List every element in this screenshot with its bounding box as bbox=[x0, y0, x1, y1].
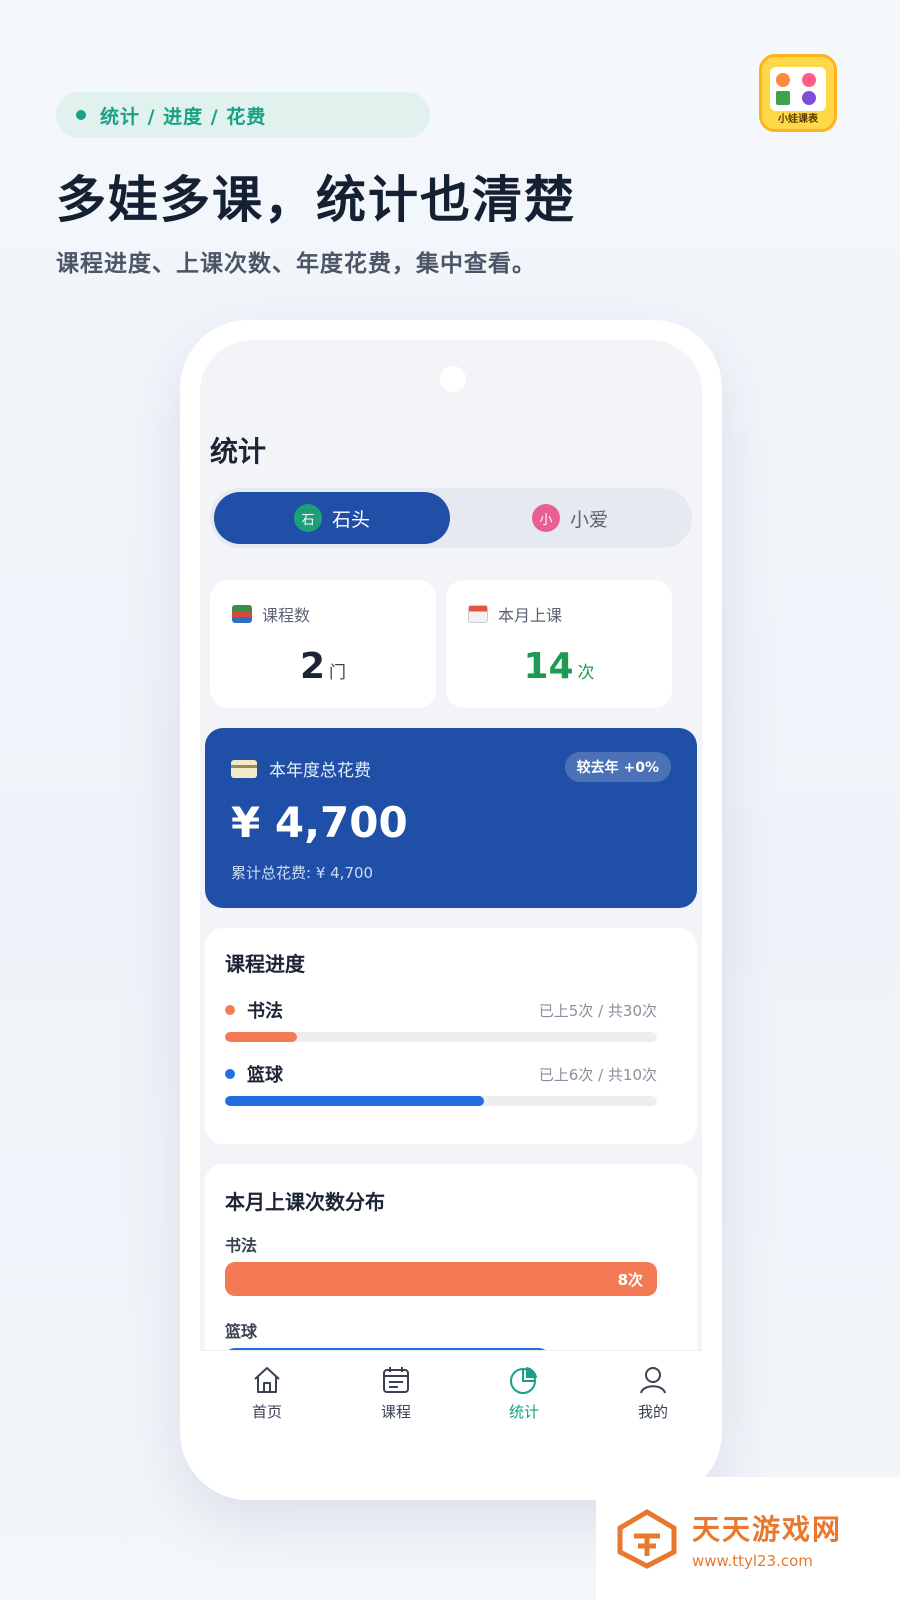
progress-row-name: 书法 bbox=[225, 997, 283, 1023]
month-lessons-card: 本月上课 14 次 bbox=[446, 580, 672, 708]
course-name: 书法 bbox=[247, 1001, 283, 1022]
course-count-unit: 门 bbox=[329, 663, 347, 683]
distribution-label: 书法 bbox=[225, 1236, 258, 1255]
tag-dot bbox=[76, 110, 86, 120]
month-lessons-value: 14 次 bbox=[446, 646, 672, 687]
month-lessons-label: 本月上课 bbox=[498, 606, 563, 625]
child-name: 石头 bbox=[331, 508, 370, 531]
phone-frame: 统计 石 石头 小 小爱 课程数 2门 本月上课 14 次 本年度总花费 较去年… bbox=[180, 320, 722, 1500]
child-tab-shitou[interactable]: 石 石头 bbox=[214, 492, 450, 544]
logo-palette-icon bbox=[776, 73, 790, 87]
tab-label: 首页 bbox=[251, 1403, 282, 1421]
distribution-count: 8次 bbox=[617, 1270, 643, 1289]
child-switcher: 石 石头 小 小爱 bbox=[210, 488, 692, 548]
books-icon bbox=[232, 605, 252, 623]
watermark-name: 天天游戏网 bbox=[692, 1512, 843, 1546]
tab-courses[interactable]: 课程 bbox=[356, 1363, 436, 1422]
course-progress-meta: 已上6次 / 共10次 bbox=[538, 1065, 657, 1084]
tab-label: 我的 bbox=[637, 1403, 668, 1421]
tab-label: 课程 bbox=[380, 1403, 411, 1421]
watermark-text: 天天游戏网 www.ttyl23.com bbox=[692, 1508, 842, 1570]
month-lessons-number: 14 bbox=[523, 646, 574, 687]
app-logo-name: 小娃课表 bbox=[778, 114, 818, 125]
progress-track bbox=[225, 1032, 657, 1042]
course-color-dot bbox=[225, 1005, 235, 1015]
promo-subline: 课程进度、上课次数、年度花费，集中查看。 bbox=[56, 251, 536, 277]
calendar-icon bbox=[468, 605, 488, 623]
bottom-tab-bar: 首页 课程 统计 我的 bbox=[200, 1350, 702, 1480]
course-progress-meta: 已上5次 / 共30次 bbox=[538, 1001, 657, 1020]
month-lessons-header: 本月上课 bbox=[468, 602, 562, 626]
progress-track bbox=[225, 1096, 657, 1106]
course-name: 篮球 bbox=[247, 1065, 283, 1086]
child-avatar: 石 bbox=[293, 504, 322, 532]
logo-calendar-card bbox=[770, 67, 826, 111]
tab-statistics[interactable]: 统计 bbox=[484, 1363, 564, 1422]
watermark-url: www.ttyl23.com bbox=[692, 1551, 813, 1570]
credit-card-icon bbox=[231, 759, 257, 778]
page-title: 统计 bbox=[210, 435, 267, 468]
course-count-label: 课程数 bbox=[262, 606, 311, 625]
tab-label: 统计 bbox=[508, 1403, 539, 1421]
progress-fill bbox=[225, 1096, 485, 1106]
yoy-badge: 较去年 +0% bbox=[564, 752, 671, 782]
user-icon bbox=[640, 1367, 666, 1394]
annual-fee-header: 本年度总花费 bbox=[231, 756, 371, 781]
watermark-logo-icon bbox=[617, 1508, 677, 1569]
distribution-title: 本月上课次数分布 bbox=[225, 1190, 385, 1214]
annual-fee-card: 本年度总花费 较去年 +0% ¥ 4,700 累计总花费: ¥ 4,700 bbox=[205, 728, 697, 908]
logo-mic-icon bbox=[802, 91, 816, 105]
site-watermark: 天天游戏网 www.ttyl23.com bbox=[596, 1477, 900, 1600]
progress-row[interactable]: 书法 已上5次 / 共30次 bbox=[225, 998, 657, 1042]
phone-screen: 统计 石 石头 小 小爱 课程数 2门 本月上课 14 次 本年度总花费 较去年… bbox=[200, 340, 702, 1480]
month-lessons-unit: 次 bbox=[577, 663, 595, 683]
feature-tag-text: 统计 / 进度 / 花费 bbox=[100, 105, 267, 128]
front-camera bbox=[440, 366, 466, 392]
feature-tag: 统计 / 进度 / 花费 bbox=[56, 92, 430, 138]
logo-ball-icon bbox=[802, 73, 816, 87]
tab-home[interactable]: 首页 bbox=[227, 1363, 307, 1422]
course-progress-title: 课程进度 bbox=[225, 952, 305, 976]
app-logo: 小娃课表 bbox=[759, 54, 837, 132]
progress-row[interactable]: 篮球 已上6次 / 共10次 bbox=[225, 1062, 657, 1106]
annual-fee-amount: ¥ 4,700 bbox=[231, 798, 408, 847]
course-calendar-icon bbox=[383, 1367, 409, 1393]
course-count-card: 课程数 2门 bbox=[210, 580, 436, 708]
child-tab-xiaoai[interactable]: 小 小爱 bbox=[452, 492, 688, 544]
course-progress-card: 课程进度 书法 已上5次 / 共30次 篮球 已上6次 / 共10次 bbox=[205, 928, 697, 1144]
annual-fee-label: 本年度总花费 bbox=[269, 761, 371, 781]
course-color-dot bbox=[225, 1069, 235, 1079]
progress-row-name: 篮球 bbox=[225, 1061, 283, 1087]
course-count-value: 2门 bbox=[210, 646, 436, 687]
cumulative-fee: 累计总花费: ¥ 4,700 bbox=[231, 864, 374, 882]
progress-fill bbox=[225, 1032, 297, 1042]
home-icon bbox=[254, 1367, 280, 1393]
promo-headline: 多娃多课，统计也清楚 bbox=[56, 171, 576, 229]
course-count-number: 2 bbox=[299, 646, 326, 687]
child-avatar: 小 bbox=[531, 504, 560, 532]
distribution-bar: 8次 bbox=[225, 1262, 657, 1296]
logo-book-icon bbox=[776, 91, 790, 105]
distribution-label: 篮球 bbox=[225, 1322, 258, 1341]
tab-profile[interactable]: 我的 bbox=[613, 1363, 693, 1422]
pie-chart-icon bbox=[510, 1367, 537, 1394]
course-count-header: 课程数 bbox=[232, 602, 310, 626]
child-name: 小爱 bbox=[569, 508, 608, 531]
